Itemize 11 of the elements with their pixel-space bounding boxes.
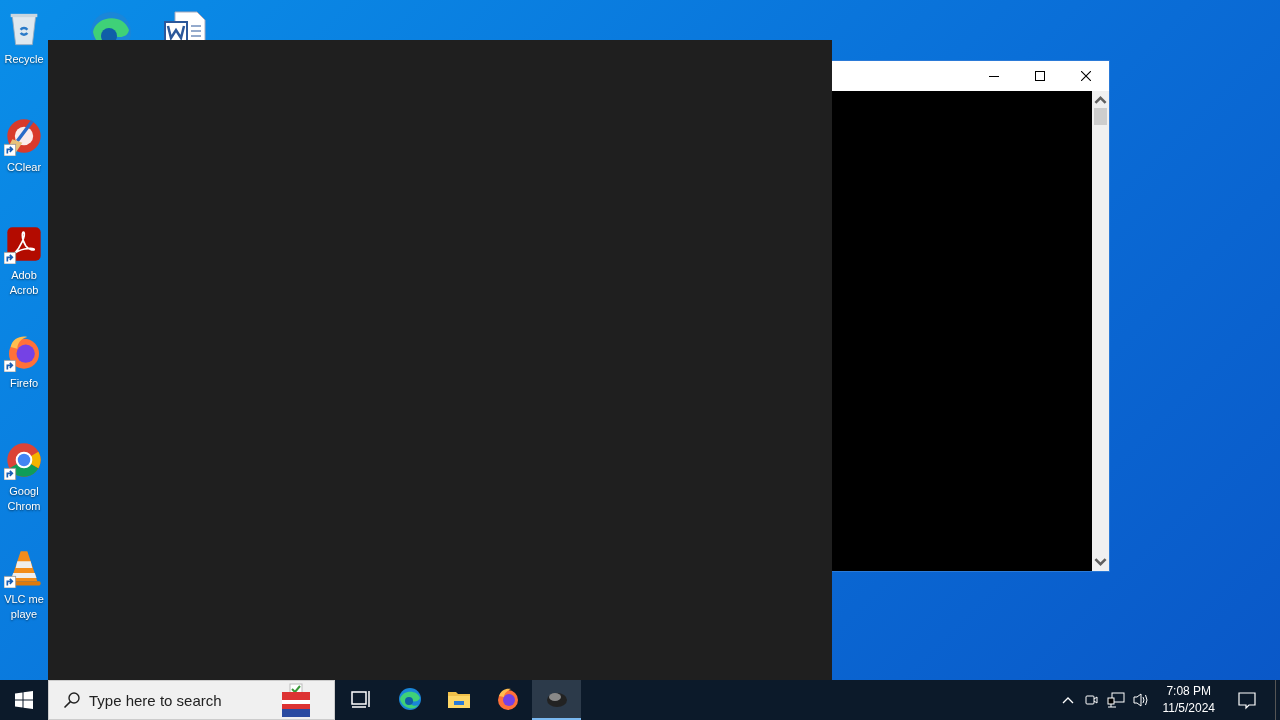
icon-label: Adob Acrob	[9, 268, 39, 298]
search-field[interactable]: Type here to search	[81, 690, 278, 710]
icon-label: VLC me playe	[4, 592, 44, 622]
clock-date: 11/5/2024	[1162, 700, 1215, 717]
clock-time: 7:08 PM	[1166, 683, 1212, 700]
icon-label: Googl Chrom	[7, 484, 41, 514]
icon-label: Firefo	[9, 376, 39, 391]
icon-label: Recycle	[4, 52, 44, 67]
clock[interactable]: 7:08 PM 11/5/2024	[1154, 683, 1223, 717]
icon-label: CClear	[6, 160, 42, 175]
search-box[interactable]: Type here to search	[48, 680, 335, 720]
